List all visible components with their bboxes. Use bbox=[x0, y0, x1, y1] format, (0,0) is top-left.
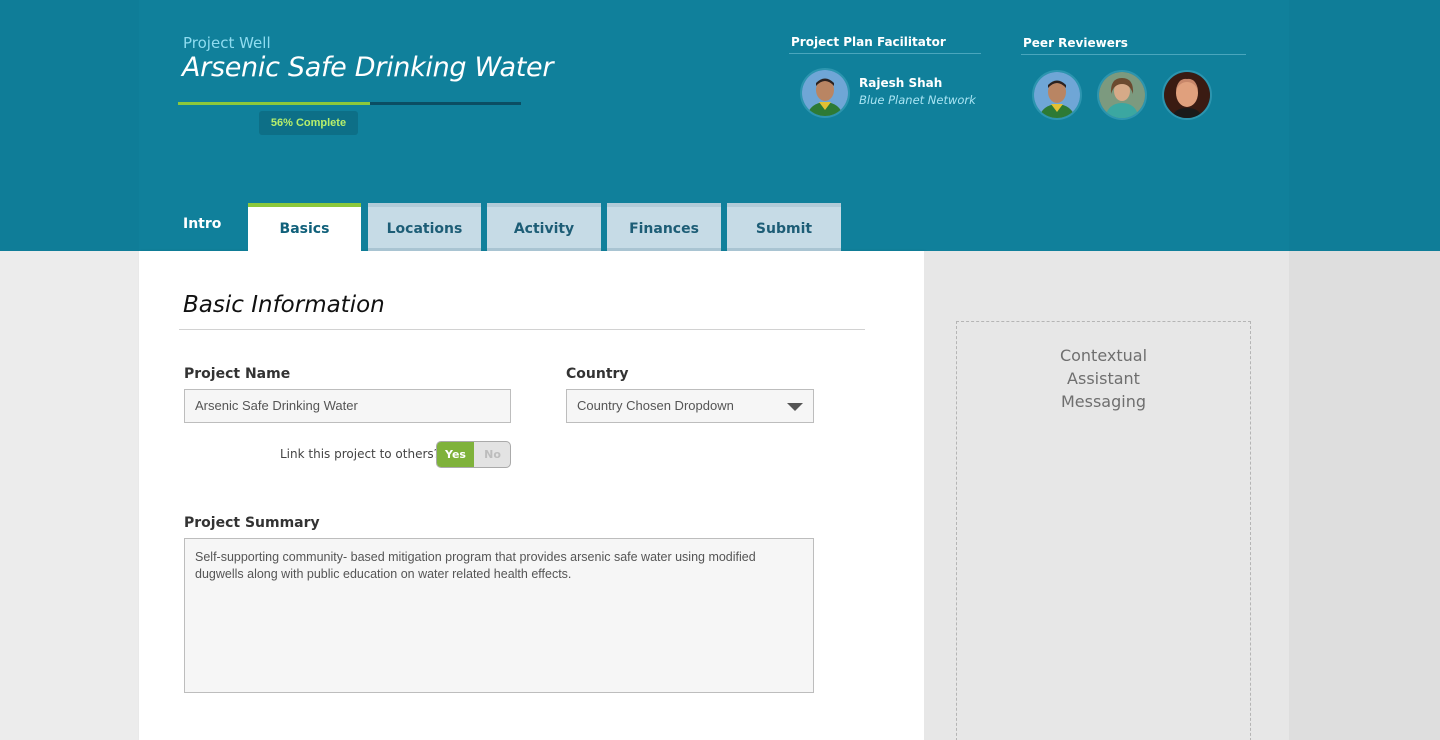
right-gutter bbox=[1289, 251, 1440, 740]
section-heading: Basic Information bbox=[183, 292, 385, 318]
project-name-input[interactable]: Arsenic Safe Drinking Water bbox=[184, 389, 511, 423]
facilitator-name[interactable]: Rajesh Shah bbox=[859, 76, 942, 90]
tab-submit[interactable]: Submit bbox=[727, 203, 841, 251]
country-dropdown-value: Country Chosen Dropdown bbox=[577, 398, 734, 413]
project-summary-label: Project Summary bbox=[184, 515, 320, 531]
tab-activity[interactable]: Activity bbox=[487, 203, 601, 251]
project-kicker: Project Well bbox=[183, 34, 271, 52]
toggle-yes-option[interactable]: Yes bbox=[437, 442, 474, 467]
heading-divider bbox=[179, 329, 865, 330]
tab-finances[interactable]: Finances bbox=[607, 203, 721, 251]
progress-bar-fill bbox=[178, 102, 371, 105]
peer-reviewer-avatar[interactable] bbox=[1032, 70, 1082, 120]
chevron-down-icon[interactable] bbox=[787, 403, 803, 411]
peer-reviewer-avatar[interactable] bbox=[1097, 70, 1147, 120]
link-projects-question: Link this project to others? bbox=[280, 447, 441, 461]
project-title: Arsenic Safe Drinking Water bbox=[182, 52, 554, 83]
peer-reviewers-divider bbox=[1021, 54, 1246, 55]
facilitator-avatar[interactable] bbox=[800, 68, 850, 118]
summary-line: Self-supporting community- based mitigat… bbox=[195, 550, 756, 564]
facilitator-organization: Blue Planet Network bbox=[859, 93, 976, 107]
country-dropdown[interactable]: Country Chosen Dropdown bbox=[566, 389, 814, 423]
peer-reviewers-section-label: Peer Reviewers bbox=[1023, 36, 1128, 50]
country-label: Country bbox=[566, 366, 629, 382]
peer-reviewer-avatar[interactable] bbox=[1162, 70, 1212, 120]
project-name-label: Project Name bbox=[184, 366, 291, 382]
assistant-text-line: Contextual bbox=[1059, 346, 1148, 365]
toggle-no-option[interactable]: No bbox=[474, 442, 510, 467]
progress-label: 56% Complete bbox=[259, 111, 358, 135]
tab-intro[interactable]: Intro bbox=[183, 216, 221, 232]
tab-locations[interactable]: Locations bbox=[368, 203, 481, 251]
summary-line: dugwells along with public education on … bbox=[195, 567, 572, 581]
facilitator-section-label: Project Plan Facilitator bbox=[791, 35, 946, 49]
assistant-text-line: Assistant bbox=[1067, 369, 1140, 388]
link-projects-toggle[interactable]: Yes No bbox=[436, 441, 511, 468]
facilitator-divider bbox=[789, 53, 981, 54]
progress-bar bbox=[178, 102, 521, 105]
contextual-assistant-panel: Contextual Assistant Messaging bbox=[956, 321, 1251, 740]
tab-basics[interactable]: Basics bbox=[248, 203, 361, 251]
assistant-text-line: Messaging bbox=[1060, 392, 1147, 411]
project-summary-textarea[interactable]: Self-supporting community- based mitigat… bbox=[184, 538, 814, 693]
